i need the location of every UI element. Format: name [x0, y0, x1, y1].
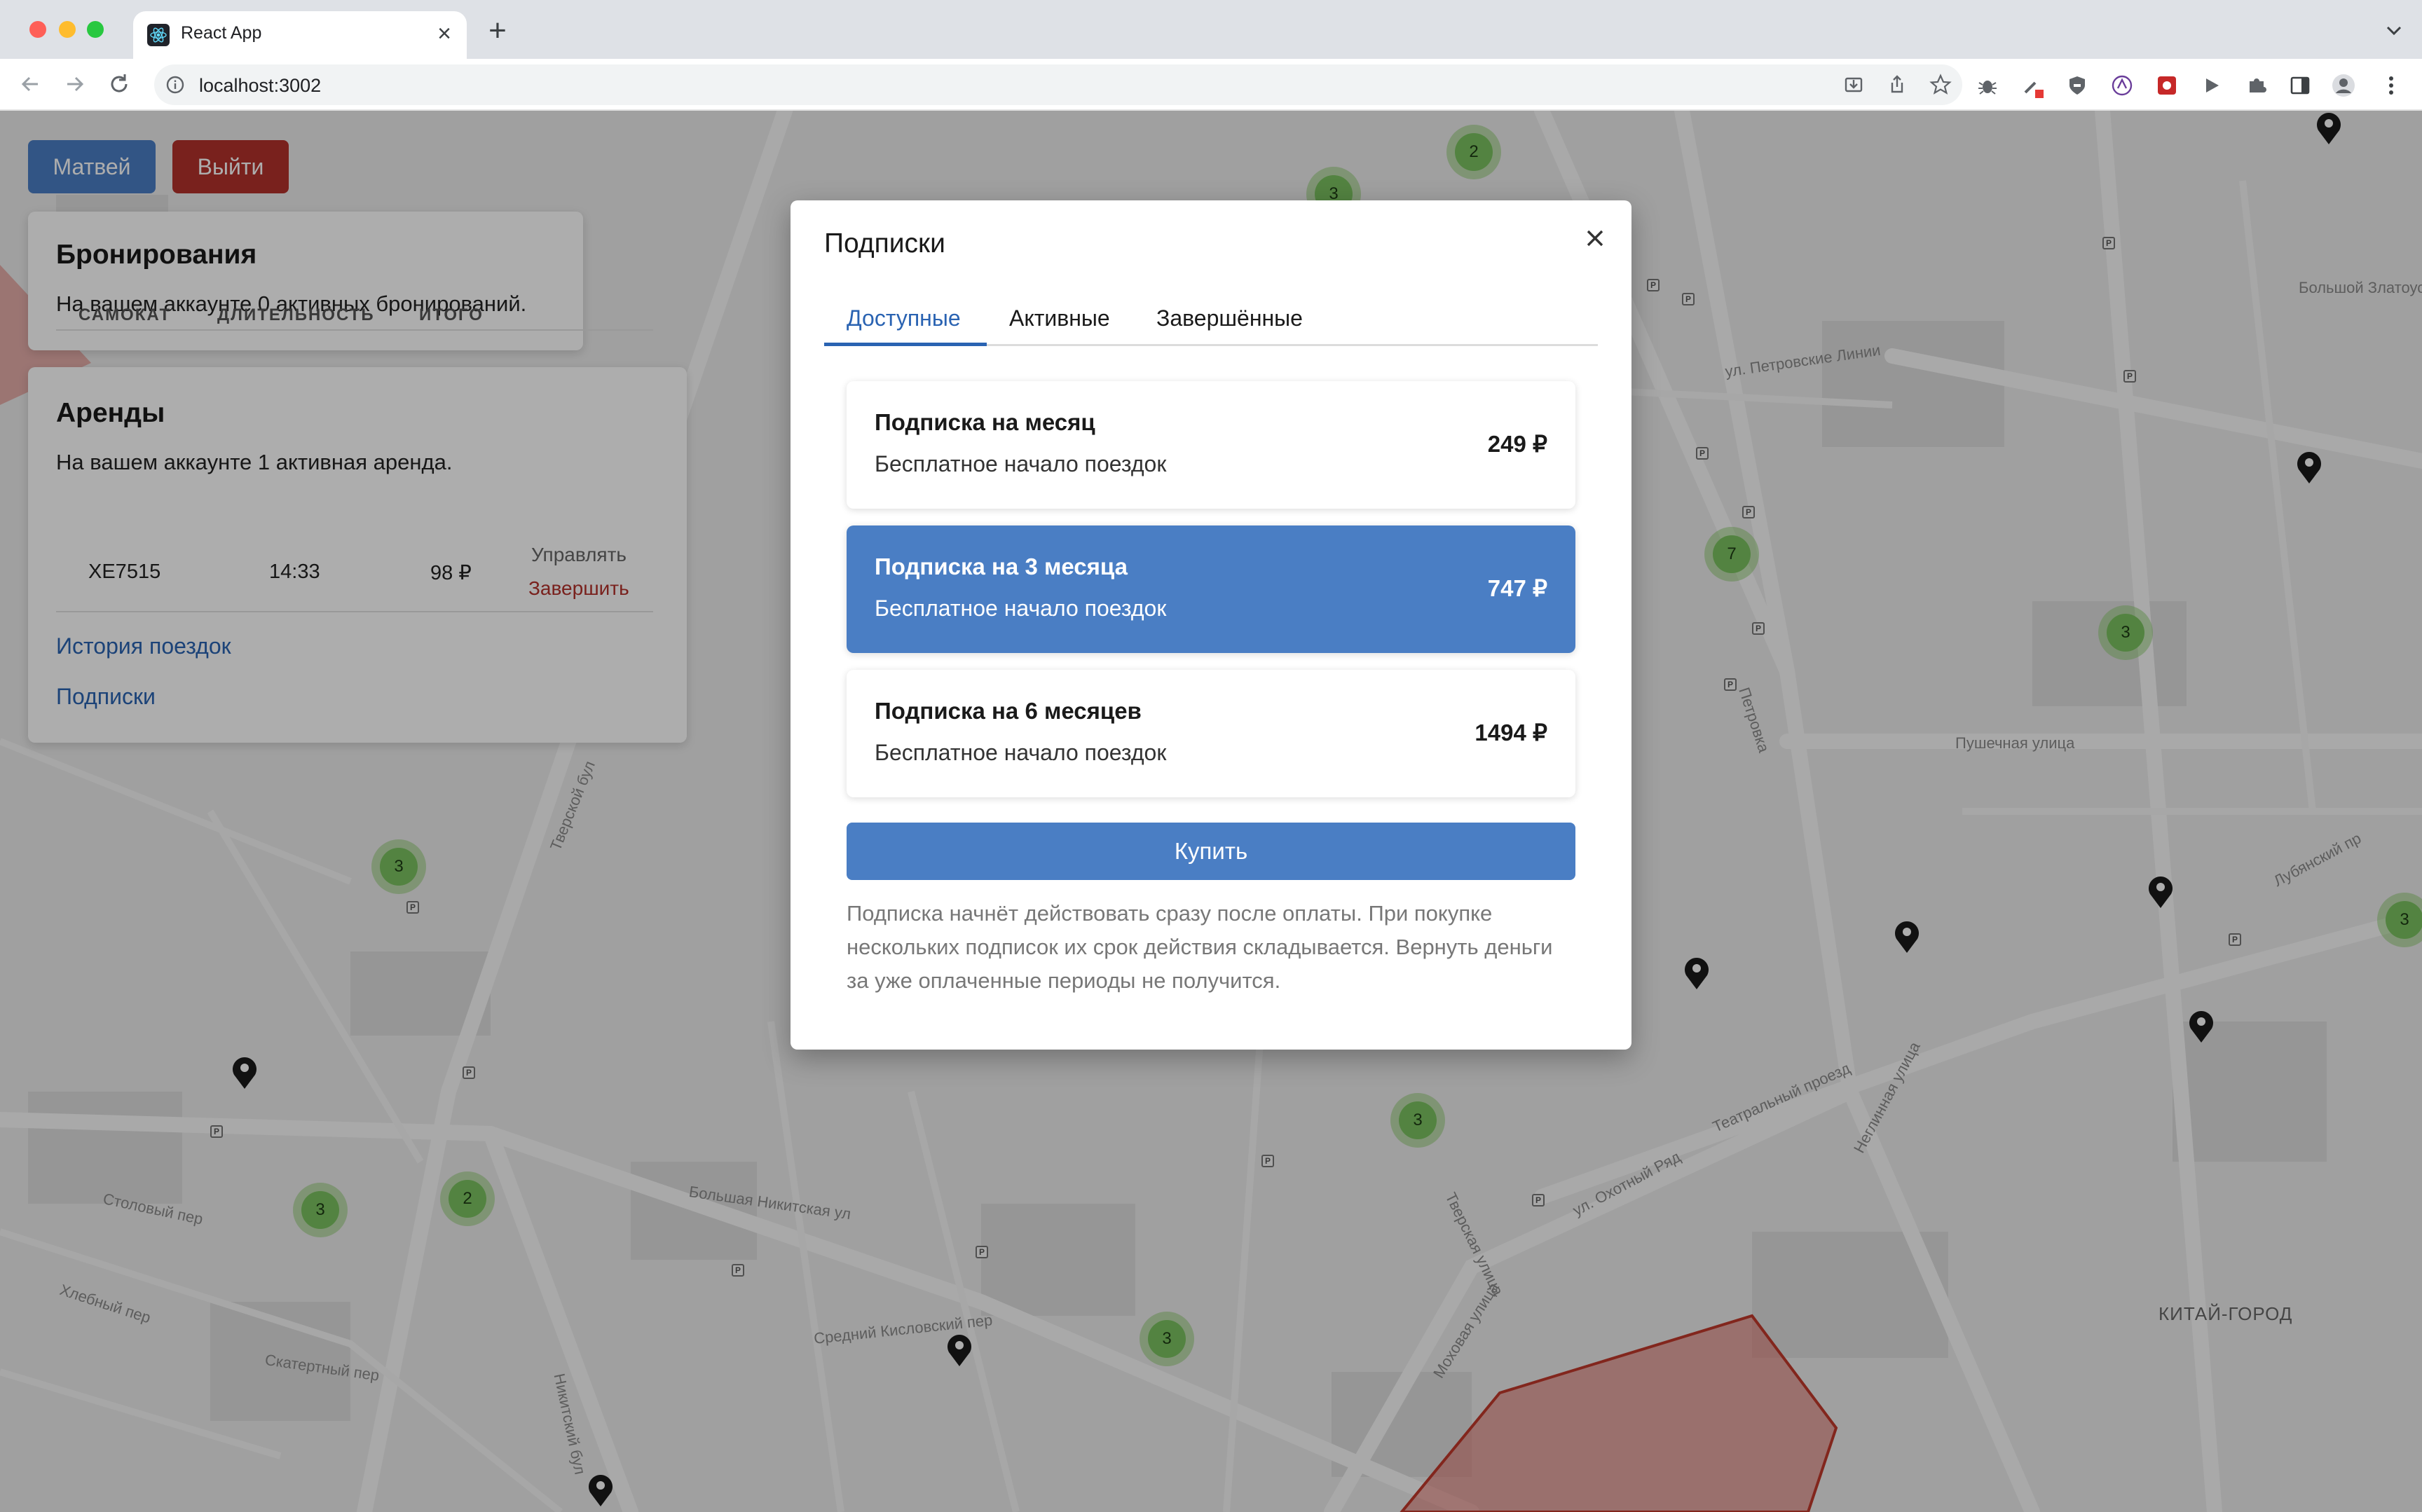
plan-price: 1494 ₽ — [1475, 720, 1547, 745]
url-text: localhost:3002 — [199, 75, 322, 96]
plan-name: Подписка на 3 месяца — [875, 554, 1128, 579]
plan-card-month[interactable]: Подписка на месяц Бесплатное начало поез… — [847, 381, 1575, 509]
bug-extension-icon[interactable] — [1975, 73, 2000, 98]
reload-icon[interactable] — [105, 70, 133, 98]
subscription-note: Подписка начнёт действовать сразу после … — [847, 901, 1553, 993]
plan-card-3-months[interactable]: Подписка на 3 месяца Бесплатное начало п… — [847, 525, 1575, 653]
close-window-button[interactable] — [29, 21, 46, 38]
cast-extension-icon[interactable] — [2199, 73, 2224, 98]
plan-name: Подписка на 6 месяцев — [875, 698, 1142, 724]
download-icon[interactable] — [1842, 73, 1866, 97]
eyedropper-extension-icon[interactable] — [2020, 73, 2045, 98]
react-icon — [147, 24, 170, 46]
forward-icon[interactable] — [60, 70, 88, 98]
maximize-window-button[interactable] — [87, 21, 104, 38]
tab-close-icon[interactable]: × — [432, 21, 457, 46]
profile-avatar-icon[interactable] — [2331, 73, 2356, 98]
close-icon[interactable] — [1578, 221, 1612, 255]
bookmark-star-icon[interactable] — [1929, 73, 1952, 97]
translate-extension-icon[interactable] — [2109, 73, 2135, 98]
browser-tab[interactable]: React App × — [133, 11, 467, 59]
tab-completed[interactable]: Завершённые — [1156, 301, 1303, 346]
address-bar[interactable]: localhost:3002 — [154, 64, 1962, 105]
shield-extension-icon[interactable] — [2065, 73, 2090, 98]
more-menu-icon[interactable] — [2379, 73, 2404, 98]
modal-title: Подписки — [824, 228, 945, 259]
plan-price: 747 ₽ — [1487, 575, 1547, 601]
plan-description: Бесплатное начало поездок — [875, 740, 1167, 765]
tab-available[interactable]: Доступные — [824, 301, 987, 346]
plan-name: Подписка на месяц — [875, 409, 1095, 435]
tab-title: React App — [181, 23, 262, 43]
new-tab-icon[interactable]: + — [482, 15, 513, 46]
minimize-window-button[interactable] — [59, 21, 76, 38]
plan-description: Бесплатное начало поездок — [875, 451, 1167, 476]
puzzle-extensions-icon[interactable] — [2244, 73, 2269, 98]
browser-tabstrip: React App × + — [0, 0, 2422, 59]
browser-toolbar: localhost:3002 — [0, 59, 2422, 111]
tab-active[interactable]: Активные — [1009, 301, 1110, 346]
subscription-tabs: Доступные Активные Завершённые — [824, 301, 1598, 346]
game-extension-icon[interactable] — [2154, 73, 2180, 98]
back-icon[interactable] — [17, 70, 45, 98]
share-icon[interactable] — [1885, 73, 1909, 97]
plan-card-6-months[interactable]: Подписка на 6 месяцев Бесплатное начало … — [847, 670, 1575, 797]
sidepanel-icon[interactable] — [2287, 73, 2313, 98]
chevron-down-icon[interactable] — [2381, 18, 2407, 43]
info-icon[interactable] — [165, 75, 185, 95]
plan-price: 249 ₽ — [1487, 431, 1547, 457]
plan-description: Бесплатное начало поездок — [875, 596, 1167, 621]
subscriptions-modal: Подписки Доступные Активные Завершённые … — [791, 200, 1631, 1050]
buy-button[interactable]: Купить — [847, 823, 1575, 880]
